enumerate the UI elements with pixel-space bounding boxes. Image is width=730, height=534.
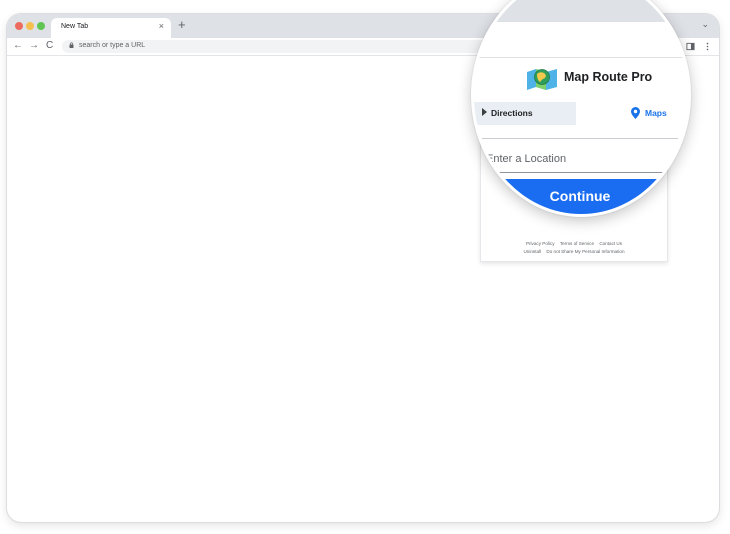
map-pin-icon — [631, 107, 640, 119]
tab-search-chevron-icon[interactable]: ⌄ — [701, 19, 709, 30]
tab-maps[interactable]: Maps — [576, 102, 688, 125]
maximize-window-button[interactable] — [37, 22, 45, 30]
tab-close-icon[interactable]: × — [159, 21, 164, 31]
location-input[interactable] — [486, 148, 666, 170]
tab-directions[interactable]: Directions — [474, 102, 576, 125]
magnifier-callout: Map Route Pro Directions Maps Continue — [471, 0, 691, 217]
extension-name: Map Route Pro — [564, 70, 653, 84]
reload-button[interactable]: C — [46, 40, 53, 52]
magnified-tab-bar — [474, 0, 688, 22]
minimize-window-button[interactable] — [26, 22, 34, 30]
tab-directions-label: Directions — [491, 108, 533, 118]
close-window-button[interactable] — [15, 22, 23, 30]
kebab-menu-icon[interactable] — [703, 42, 712, 51]
uninstall-link[interactable]: Uninstall — [523, 249, 541, 254]
new-tab-button[interactable]: + — [178, 18, 186, 32]
back-button[interactable]: ← — [13, 40, 23, 52]
footer-links-row-2: Uninstall Do not Share My Personal Infor… — [481, 249, 667, 254]
lock-icon — [69, 42, 74, 48]
divider — [482, 138, 678, 139]
terms-of-service-link[interactable]: Terms of Service — [560, 241, 594, 246]
tab-title: New Tab — [61, 23, 89, 30]
privacy-policy-link[interactable]: Privacy Policy — [526, 241, 555, 246]
map-globe-logo-icon — [527, 69, 557, 90]
do-not-share-link[interactable]: Do not Share My Personal Information — [546, 249, 624, 254]
extension-header: Map Route Pro — [474, 66, 688, 96]
mode-tabs: Directions Maps — [474, 102, 688, 125]
continue-button[interactable]: Continue — [486, 179, 674, 214]
address-bar-placeholder: search or type a URL — [79, 42, 146, 49]
contact-us-link[interactable]: Contact Us — [599, 241, 622, 246]
magnified-toolbar — [474, 22, 688, 58]
forward-button[interactable]: → — [29, 40, 39, 52]
footer-links-row-1: Privacy Policy Terms of Service Contact … — [481, 241, 667, 246]
chevron-right-icon — [482, 108, 487, 116]
tab-maps-label: Maps — [645, 108, 667, 118]
location-input-underline — [482, 172, 666, 173]
tab-new-tab[interactable]: New Tab × — [51, 18, 171, 38]
